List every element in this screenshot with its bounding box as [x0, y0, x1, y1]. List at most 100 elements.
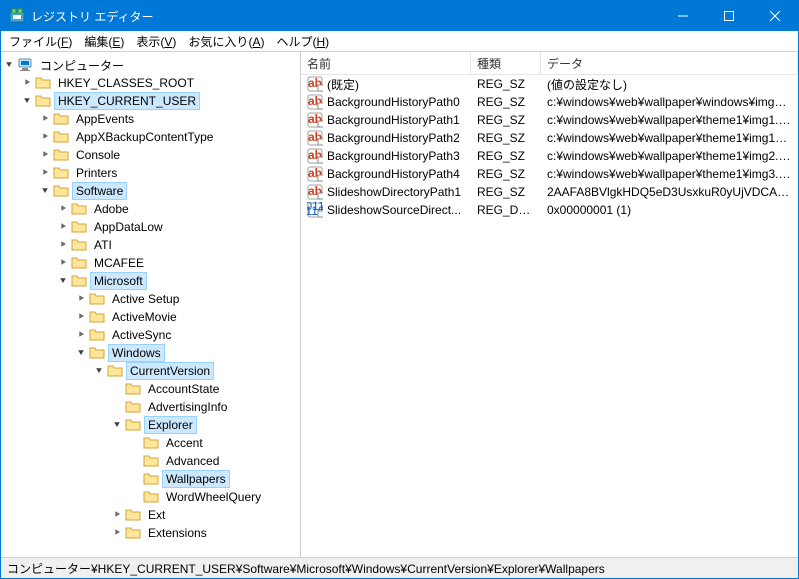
twisty-icon[interactable]: ⯆ [91, 366, 107, 377]
menu-edit[interactable]: 編集(E) [78, 31, 130, 52]
tree-node[interactable]: ActiveSync [108, 326, 175, 344]
menu-favorites[interactable]: お気に入り(A) [182, 31, 270, 52]
tree-node[interactable]: Advanced [162, 452, 223, 470]
tree-node[interactable]: ActiveMovie [108, 308, 181, 326]
tree-windows[interactable]: Windows [108, 344, 165, 362]
value-row[interactable]: BackgroundHistoryPath1REG_SZc:¥windows¥w… [301, 111, 798, 129]
column-name[interactable]: 名前 [301, 52, 471, 74]
twisty-icon[interactable]: ⯈ [37, 150, 53, 161]
tree-node[interactable]: Accent [162, 434, 207, 452]
tree-root[interactable]: コンピューター [36, 55, 128, 76]
value-row[interactable]: SlideshowSourceDirect...REG_DW...0x00000… [301, 201, 798, 219]
value-type: REG_SZ [471, 130, 541, 146]
folder-icon [107, 363, 123, 379]
menu-view[interactable]: 表示(V) [130, 31, 182, 52]
tree-node[interactable]: Extensions [144, 524, 211, 542]
menubar: ファイル(F) 編集(E) 表示(V) お気に入り(A) ヘルプ(H) [1, 31, 798, 52]
value-row[interactable]: BackgroundHistoryPath0REG_SZc:¥windows¥w… [301, 93, 798, 111]
horizontal-scrollbar[interactable] [301, 540, 798, 557]
value-type: REG_SZ [471, 94, 541, 110]
tree-node[interactable]: MCAFEE [90, 254, 148, 272]
list-body[interactable]: (既定)REG_SZ(値の設定なし)BackgroundHistoryPath0… [301, 75, 798, 540]
twisty-icon[interactable]: ⯈ [73, 330, 89, 341]
twisty-icon[interactable]: ⯆ [1, 60, 17, 71]
folder-icon [53, 183, 69, 199]
twisty-icon[interactable]: ⯆ [37, 186, 53, 197]
string-value-icon [307, 76, 323, 92]
string-value-icon [307, 166, 323, 182]
twisty-icon[interactable]: ⯈ [55, 240, 71, 251]
tree-node[interactable]: AppDataLow [90, 218, 167, 236]
string-value-icon [307, 94, 323, 110]
tree-node[interactable]: AppEvents [72, 110, 138, 128]
twisty-icon[interactable]: ⯆ [73, 348, 89, 359]
folder-icon [53, 129, 69, 145]
twisty-icon[interactable]: ⯈ [73, 312, 89, 323]
tree-node[interactable]: Active Setup [108, 290, 183, 308]
tree-node[interactable]: WordWheelQuery [162, 488, 265, 506]
twisty-icon[interactable]: ⯈ [55, 222, 71, 233]
folder-icon [125, 525, 141, 541]
twisty-icon[interactable]: ⯈ [19, 78, 35, 89]
menu-help[interactable]: ヘルプ(H) [270, 31, 335, 52]
value-row[interactable]: (既定)REG_SZ(値の設定なし) [301, 75, 798, 93]
string-value-icon [307, 184, 323, 200]
folder-icon [143, 489, 159, 505]
twisty-icon[interactable]: ⯈ [37, 132, 53, 143]
tree-node[interactable]: ATI [90, 236, 116, 254]
tree-hkcu[interactable]: HKEY_CURRENT_USER [54, 92, 200, 110]
value-data: c:¥windows¥web¥wallpaper¥theme1¥img1.jpg [541, 112, 798, 128]
twisty-icon[interactable]: ⯈ [109, 510, 125, 521]
twisty-icon[interactable]: ⯆ [109, 420, 125, 431]
twisty-icon[interactable]: ⯆ [19, 96, 35, 107]
workarea: ⯆ コンピューター ⯈ HKEY_CLASSES_ROOT ⯆ HKEY_CURREN… [1, 52, 798, 557]
tree-software[interactable]: Software [72, 182, 127, 200]
twisty-icon[interactable]: ⯈ [55, 204, 71, 215]
folder-icon [71, 237, 87, 253]
tree-hkcr[interactable]: HKEY_CLASSES_ROOT [54, 74, 198, 92]
value-data: 2AAFA8BVlgkHDQ5eD3UsxkuR0yUjVDCAAAgGA [541, 184, 798, 200]
folder-icon [53, 111, 69, 127]
folder-icon [143, 435, 159, 451]
value-name: SlideshowDirectoryPath1 [327, 185, 461, 199]
value-row[interactable]: BackgroundHistoryPath2REG_SZc:¥windows¥w… [301, 129, 798, 147]
string-value-icon [307, 112, 323, 128]
tree-panel[interactable]: ⯆ コンピューター ⯈ HKEY_CLASSES_ROOT ⯆ HKEY_CURREN… [1, 52, 301, 557]
tree-node[interactable]: AdvertisingInfo [144, 398, 231, 416]
value-type: REG_SZ [471, 166, 541, 182]
twisty-icon[interactable]: ⯈ [55, 258, 71, 269]
tree-node[interactable]: AccountState [144, 380, 223, 398]
tree-node[interactable]: Adobe [90, 200, 133, 218]
folder-icon [35, 93, 51, 109]
tree-node[interactable]: AppXBackupContentType [72, 128, 217, 146]
status-path: コンピューター¥HKEY_CURRENT_USER¥Software¥Micro… [7, 560, 605, 577]
value-list-panel: 名前 種類 データ (既定)REG_SZ(値の設定なし)BackgroundHi… [301, 52, 798, 557]
minimize-button[interactable] [660, 1, 706, 31]
twisty-icon[interactable]: ⯈ [37, 168, 53, 179]
menu-file[interactable]: ファイル(F) [3, 31, 78, 52]
twisty-icon[interactable]: ⯈ [109, 528, 125, 539]
value-type: REG_SZ [471, 148, 541, 164]
value-row[interactable]: SlideshowDirectoryPath1 REG_SZ2AAFA8BVlgk… [301, 183, 798, 201]
tree-microsoft[interactable]: Microsoft [90, 272, 147, 290]
maximize-button[interactable] [706, 1, 752, 31]
column-type[interactable]: 種類 [471, 52, 541, 74]
tree-wallpapers[interactable]: Wallpapers [162, 470, 230, 488]
twisty-icon[interactable]: ⯆ [55, 276, 71, 287]
tree-node[interactable]: Console [72, 146, 124, 164]
value-row[interactable]: BackgroundHistoryPath4REG_SZc:¥windows¥w… [301, 165, 798, 183]
twisty-icon[interactable]: ⯈ [37, 114, 53, 125]
column-data[interactable]: データ [541, 52, 798, 74]
value-data: c:¥windows¥web¥wallpaper¥theme1¥img3.jpg [541, 166, 798, 182]
value-data: c:¥windows¥web¥wallpaper¥theme1¥img2.jpg [541, 148, 798, 164]
twisty-icon[interactable]: ⯈ [73, 294, 89, 305]
value-row[interactable]: BackgroundHistoryPath3REG_SZc:¥windows¥w… [301, 147, 798, 165]
tree-node[interactable]: Printers [72, 164, 121, 182]
tree-currentversion[interactable]: CurrentVersion [126, 362, 214, 380]
string-value-icon [307, 148, 323, 164]
close-button[interactable] [752, 1, 798, 31]
folder-icon [53, 147, 69, 163]
value-type: REG_SZ [471, 184, 541, 200]
tree-explorer[interactable]: Explorer [144, 416, 197, 434]
tree-node[interactable]: Ext [144, 506, 169, 524]
